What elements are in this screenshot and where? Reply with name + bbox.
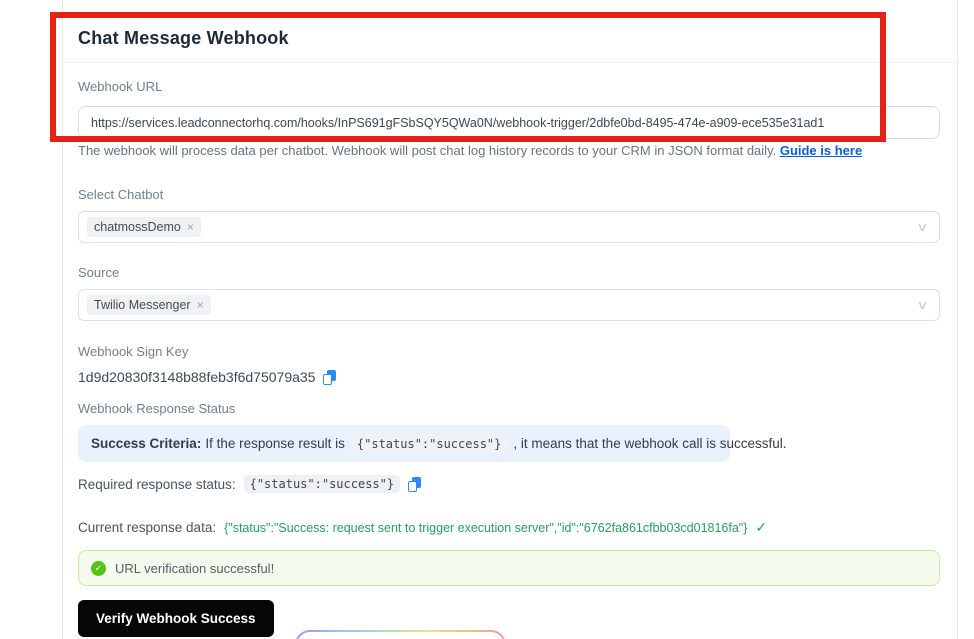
success-criteria-box: Success Criteria: If the response result…	[78, 425, 787, 462]
chevron-down-icon[interactable]: ∨	[916, 298, 928, 312]
page: Chat Message Webhook Webhook URL The web…	[0, 0, 974, 639]
criteria-pre: If the response result is	[205, 436, 345, 451]
current-response-label: Current response data:	[78, 520, 217, 535]
verification-success-alert: ✓ URL verification successful!	[78, 550, 940, 586]
alert-message: URL verification successful!	[115, 560, 275, 576]
success-check-icon: ✓	[91, 560, 106, 576]
guide-link[interactable]: Guide is here	[780, 143, 862, 158]
verify-webhook-button[interactable]: Verify Webhook Success	[78, 600, 274, 637]
chatbot-tag: chatmossDemo ×	[87, 217, 201, 237]
page-title: Chat Message Webhook	[78, 28, 289, 48]
helper-text: The webhook will process data per chatbo…	[78, 143, 780, 158]
copy-icon[interactable]	[323, 369, 337, 385]
source-tag-remove-icon[interactable]: ×	[197, 298, 204, 312]
required-status-label: Required response status:	[78, 476, 236, 492]
source-tag-label: Twilio Messenger	[94, 298, 191, 312]
source-label: Source	[78, 265, 120, 280]
sign-key-row: 1d9d20830f3148b88feb3f6d75079a35	[78, 369, 337, 385]
chevron-down-icon[interactable]: ∨	[916, 220, 928, 234]
check-icon: ✓	[755, 519, 768, 535]
chatbot-tag-label: chatmossDemo	[94, 220, 181, 234]
copy-icon[interactable]	[408, 476, 422, 492]
chatbot-label: Select Chatbot	[78, 187, 164, 202]
webhook-url-label: Webhook URL	[78, 79, 163, 94]
chatbot-select[interactable]: chatmossDemo × ∨	[78, 211, 940, 243]
response-status-label: Webhook Response Status	[78, 401, 236, 416]
current-response-row: Current response data: {"status":"Succes…	[78, 519, 767, 536]
gradient-border-box-inner	[297, 632, 504, 639]
source-tag: Twilio Messenger ×	[87, 295, 211, 315]
criteria-code: {"status":"success"}	[350, 434, 508, 453]
title-divider	[63, 62, 957, 63]
gradient-border-box	[295, 630, 506, 639]
current-response-value: {"status":"Success: request sent to trig…	[224, 520, 748, 535]
source-select[interactable]: Twilio Messenger × ∨	[78, 289, 940, 321]
criteria-bold: Success Criteria:	[91, 436, 202, 451]
sign-key-label: Webhook Sign Key	[78, 344, 189, 359]
chatbot-tag-remove-icon[interactable]: ×	[187, 220, 194, 234]
webhook-url-input[interactable]	[78, 106, 940, 139]
webhook-helper-text: The webhook will process data per chatbo…	[78, 143, 862, 158]
sign-key-value: 1d9d20830f3148b88feb3f6d75079a35	[78, 369, 316, 385]
criteria-post: , it means that the webhook call is succ…	[513, 436, 787, 451]
required-status-code: {"status":"success"}	[243, 475, 401, 493]
required-status-row: Required response status: {"status":"suc…	[78, 475, 422, 493]
